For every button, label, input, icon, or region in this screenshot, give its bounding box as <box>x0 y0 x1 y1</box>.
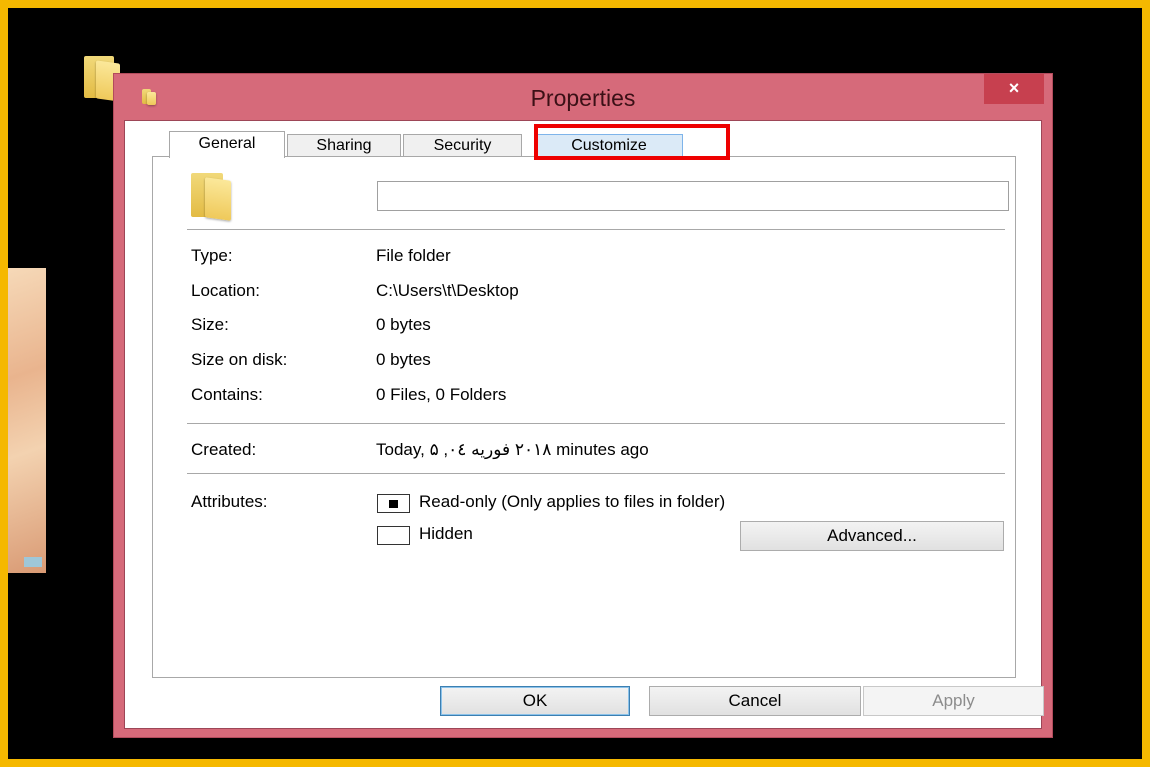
separator <box>187 423 1005 424</box>
general-tab-panel: Type: File folder Location: C:\Users\t\D… <box>152 156 1016 678</box>
created-label: Created: <box>191 440 257 459</box>
type-value: File folder <box>376 246 451 265</box>
readonly-checkbox[interactable] <box>377 494 410 513</box>
size-label: Size: <box>191 315 229 334</box>
hidden-label: Hidden <box>419 524 473 543</box>
tab-sharing[interactable]: Sharing <box>287 134 401 157</box>
folder-name-input[interactable] <box>377 181 1009 211</box>
type-label: Type: <box>191 246 233 265</box>
apply-button[interactable]: Apply <box>863 686 1044 716</box>
title-bar[interactable]: Properties × <box>114 74 1052 120</box>
tab-security[interactable]: Security <box>403 134 522 157</box>
separator <box>187 229 1005 230</box>
contains-value: 0 Files, 0 Folders <box>376 385 507 404</box>
created-value: Today, ٢٠١٨ فوريه ٠٤, ۵ minutes ago <box>376 440 649 459</box>
hidden-checkbox[interactable] <box>377 526 410 545</box>
properties-dialog: Properties × General Sharing Security Cu… <box>113 73 1053 738</box>
location-label: Location: <box>191 281 260 300</box>
window-title: Properties <box>530 85 636 111</box>
attributes-label: Attributes: <box>191 492 268 511</box>
separator <box>187 473 1005 474</box>
size-value: 0 bytes <box>376 315 431 334</box>
location-value: C:\Users\t\Desktop <box>376 281 519 300</box>
dialog-client-area: General Sharing Security Customize Type:… <box>124 120 1044 729</box>
ok-button[interactable]: OK <box>440 686 630 716</box>
thumbnail-tag <box>24 557 42 567</box>
close-button[interactable]: × <box>984 74 1044 104</box>
background-window-thumbnail <box>8 268 46 573</box>
customize-tab-highlight <box>534 124 730 160</box>
readonly-label: Read-only (Only applies to files in fold… <box>419 492 726 511</box>
folder-icon <box>191 173 247 221</box>
cancel-button[interactable]: Cancel <box>649 686 861 716</box>
contains-label: Contains: <box>191 385 263 404</box>
indeterminate-mark <box>389 500 398 508</box>
size-on-disk-label: Size on disk: <box>191 350 288 369</box>
tab-general[interactable]: General <box>169 131 285 158</box>
advanced-button[interactable]: Advanced... <box>740 521 1004 551</box>
size-on-disk-value: 0 bytes <box>376 350 431 369</box>
